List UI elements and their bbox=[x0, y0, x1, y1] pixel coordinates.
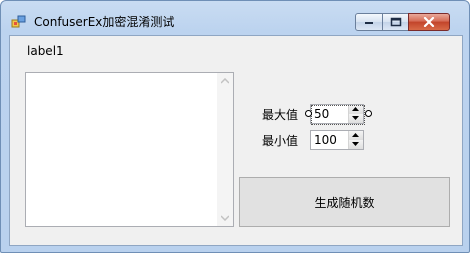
form-client-area: label1 最大值 50 最小值 100 生成随机数 bbox=[9, 35, 463, 246]
max-value-label: 最大值 bbox=[262, 108, 299, 122]
arrow-down-icon bbox=[352, 142, 359, 146]
min-value-down-button[interactable] bbox=[349, 140, 363, 149]
arrow-up-icon bbox=[352, 133, 359, 137]
maximize-button[interactable] bbox=[382, 13, 409, 31]
resize-handle-left[interactable] bbox=[305, 110, 312, 117]
min-value-stepper[interactable]: 100 bbox=[310, 130, 364, 150]
output-textbox[interactable] bbox=[25, 72, 234, 227]
min-value-spin-buttons bbox=[348, 131, 363, 149]
min-value-field[interactable]: 100 bbox=[314, 133, 337, 147]
resize-handle-right[interactable] bbox=[365, 110, 372, 117]
app-window: ConfuserEx加密混淆测试 label1 最大值 50 最小值 100 生… bbox=[0, 0, 470, 253]
arrow-up-icon bbox=[352, 107, 359, 111]
generate-random-button[interactable]: 生成随机数 bbox=[239, 177, 450, 227]
max-value-field[interactable]: 50 bbox=[314, 107, 329, 121]
maximize-icon bbox=[390, 17, 401, 27]
label1: label1 bbox=[27, 44, 64, 58]
app-icon bbox=[11, 14, 27, 30]
minimize-icon bbox=[365, 22, 373, 24]
scroll-up-icon[interactable] bbox=[221, 78, 229, 84]
vertical-scrollbar[interactable] bbox=[217, 73, 233, 226]
window-title: ConfuserEx加密混淆测试 bbox=[34, 15, 175, 29]
min-value-label: 最小值 bbox=[262, 134, 299, 148]
close-icon bbox=[423, 17, 435, 27]
minimize-button[interactable] bbox=[355, 13, 383, 31]
arrow-down-icon bbox=[352, 116, 359, 120]
scroll-down-icon[interactable] bbox=[221, 215, 229, 221]
max-value-stepper[interactable]: 50 bbox=[310, 104, 364, 124]
max-value-down-button[interactable] bbox=[349, 114, 363, 123]
close-button[interactable] bbox=[408, 13, 450, 31]
max-value-spin-buttons bbox=[348, 105, 363, 123]
title-bar[interactable]: ConfuserEx加密混淆测试 bbox=[1, 1, 469, 33]
